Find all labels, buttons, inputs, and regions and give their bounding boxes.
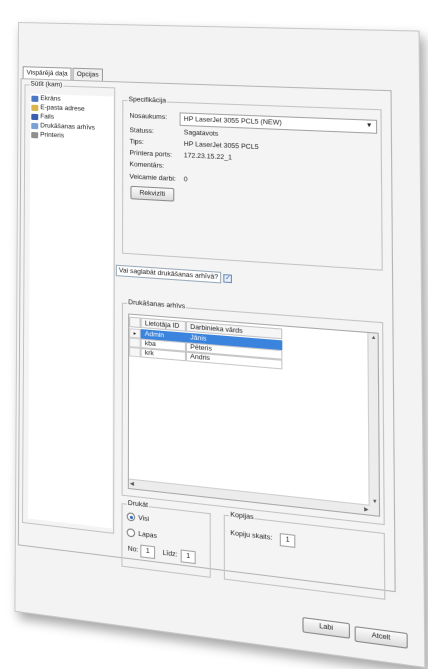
status-row: Statuss: Sagatavots: [130, 127, 219, 138]
tab-panel-general: Sūtīt (kam) Ekrāns E-pasta adrese Fails: [18, 78, 396, 592]
port-row: Printera ports: 172.23.15.22_1: [129, 150, 231, 162]
radio-all-dot: [127, 512, 135, 521]
name-label: Nosaukums:: [130, 113, 184, 122]
pending-label: Veicamie darbi:: [129, 173, 183, 183]
send-to-tree: Ekrāns E-pasta adrese Fails Drukāšanas a…: [28, 94, 113, 529]
save-archive-checkbox[interactable]: ✓: [224, 274, 233, 283]
print-range-group: Drukāt Visi Lapas No: 1 Līdz: 1: [121, 503, 210, 578]
pending-row: Veicamie darbi: 0: [129, 173, 187, 183]
comments-label: Komentārs:: [129, 161, 183, 171]
printer-icon: [31, 131, 38, 137]
to-label: Līdz:: [163, 549, 178, 558]
print-range-title: Drukāt: [127, 499, 149, 509]
print-dialog: Vispārējā daļa Opcijas Sūtīt (kam) Ekrān…: [14, 22, 425, 668]
save-archive-label: Vai saglabāt drukāšanas arhīvā?: [116, 265, 222, 284]
save-archive-row: Vai saglabāt drukāšanas arhīvā? ✓: [116, 265, 232, 285]
copies-count-label: Kopiju skaits:: [230, 529, 272, 542]
print-dialog-page: Vispārējā daļa Opcijas Sūtīt (kam) Ekrān…: [15, 22, 428, 650]
specification-title: Specifikācija: [127, 96, 167, 105]
properties-button[interactable]: Rekvizīti: [130, 186, 174, 202]
print-archive-title: Drukāšanas arhīvs: [127, 299, 186, 311]
pending-value: 0: [184, 176, 188, 184]
radio-pages[interactable]: Lapas: [127, 528, 157, 540]
grid-corner: [129, 317, 140, 328]
tree-item-label: Printeris: [40, 130, 64, 140]
scroll-right-icon[interactable]: ▶: [364, 506, 368, 513]
comments-row: Komentārs:: [129, 161, 183, 171]
cancel-button[interactable]: Atcelt: [355, 626, 408, 649]
from-label: No:: [128, 545, 139, 554]
scroll-left-icon[interactable]: ◀: [130, 481, 134, 488]
port-label: Printera ports:: [129, 150, 183, 160]
screen-icon: [31, 95, 38, 101]
send-to-group: Sūtīt (kam) Ekrāns E-pasta adrese Fails: [22, 84, 115, 534]
specification-group: Specifikācija Nosaukums: HP LaserJet 305…: [122, 100, 383, 271]
radio-pages-label: Lapas: [138, 530, 157, 540]
to-page-input[interactable]: 1: [181, 549, 196, 564]
copies-title: Kopijas: [229, 511, 255, 521]
radio-pages-dot: [127, 528, 135, 537]
status-value: Sagatavots: [184, 129, 219, 138]
from-page-input[interactable]: 1: [140, 545, 155, 560]
scroll-down-icon[interactable]: ▼: [372, 498, 378, 505]
archive-icon: [31, 122, 38, 128]
ok-button[interactable]: Labi: [302, 617, 350, 639]
file-icon: [31, 113, 38, 119]
status-label: Statuss:: [130, 127, 184, 137]
copies-count-input[interactable]: 1: [280, 533, 296, 548]
print-archive-group: Drukāšanas arhīvs Lietotāja ID Darbiniek…: [122, 303, 385, 526]
type-row: Tips: HP LaserJet 3055 PCL5: [129, 138, 258, 151]
printer-name-value: HP LaserJet 3055 PCL5 (NEW): [184, 116, 282, 127]
radio-all-label: Visi: [138, 514, 149, 523]
radio-all[interactable]: Visi: [127, 512, 149, 523]
vertical-scrollbar[interactable]: ▲ ▼: [367, 333, 379, 516]
name-row: Nosaukums:: [130, 113, 184, 122]
copies-group: Kopijas Kopiju skaits: 1: [224, 515, 386, 600]
tab-options[interactable]: Opcijas: [73, 68, 103, 81]
archive-grid[interactable]: Lietotāja ID Darbinieka vārds ▸ Admin Jā…: [128, 313, 380, 516]
scroll-up-icon[interactable]: ▲: [371, 334, 377, 341]
row-header: [129, 347, 140, 357]
mail-icon: [31, 104, 38, 110]
port-value: 172.23.15.22_1: [184, 152, 232, 162]
type-value: HP LaserJet 3055 PCL5: [184, 141, 259, 152]
type-label: Tips:: [129, 138, 183, 148]
chevron-down-icon: ▼: [366, 120, 373, 132]
send-to-title: Sūtīt (kam): [29, 80, 63, 88]
